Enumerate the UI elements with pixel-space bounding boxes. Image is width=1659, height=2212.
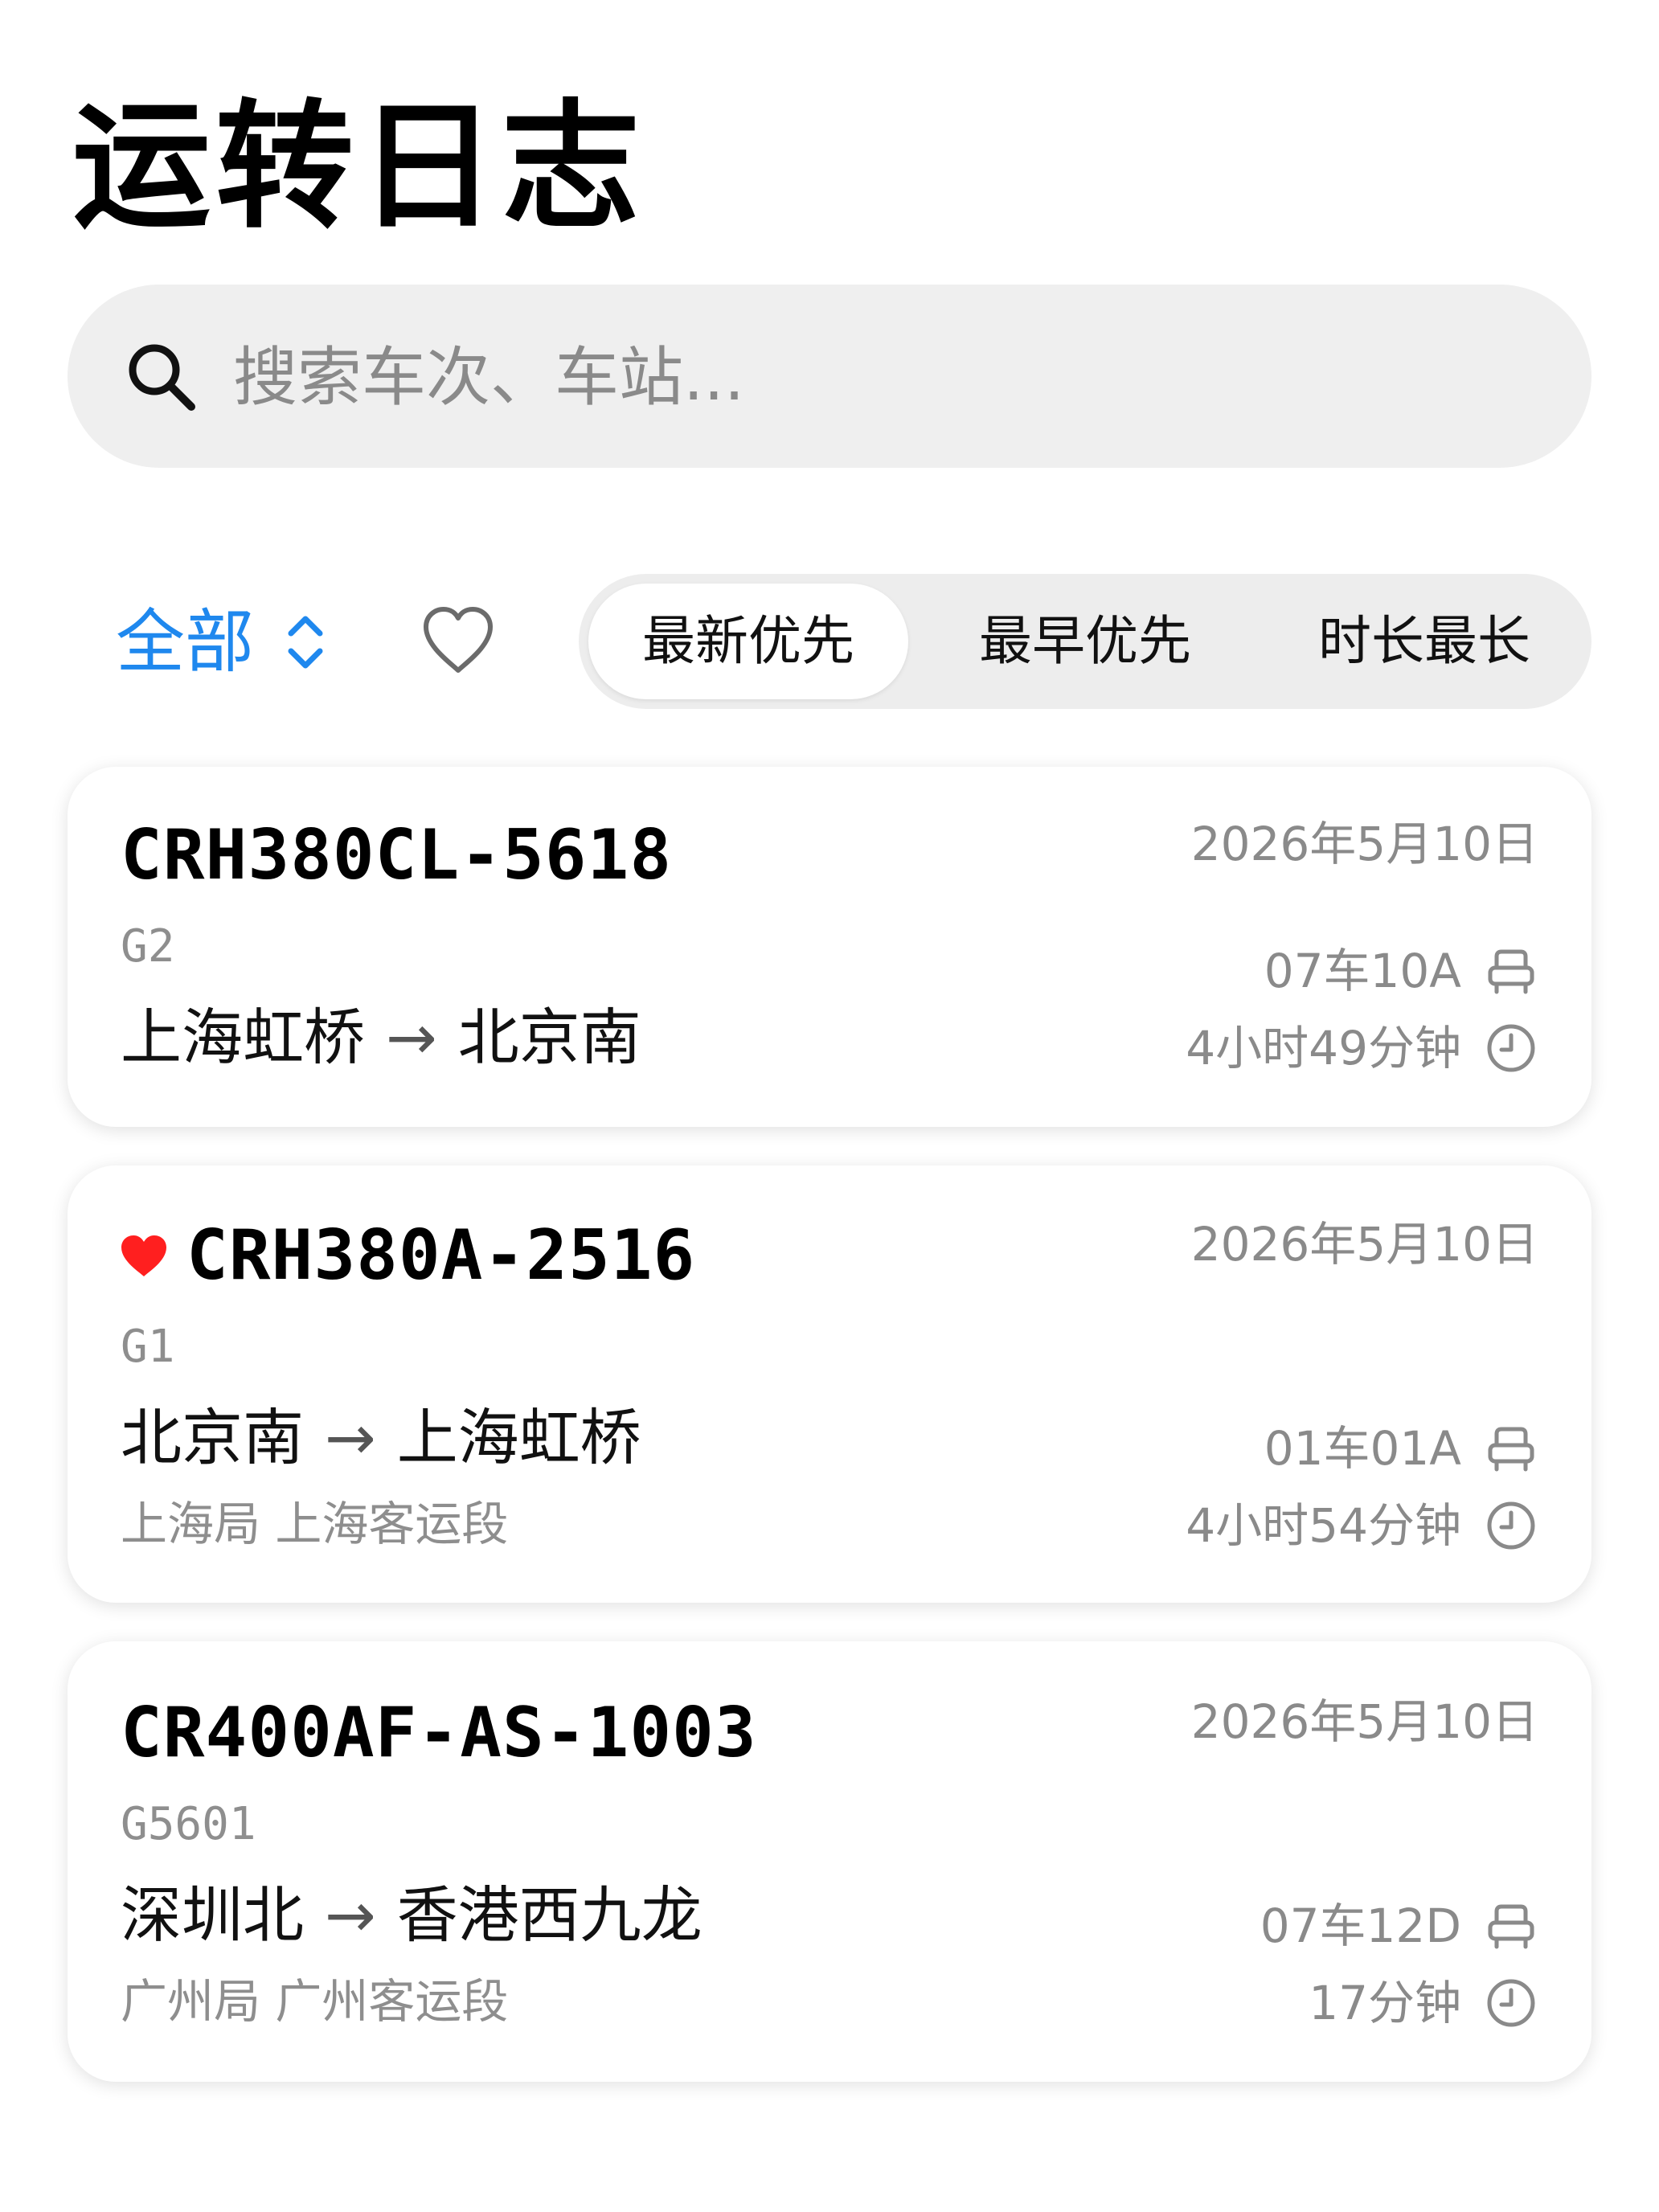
favorites-heart-icon[interactable] [420, 604, 497, 677]
clock-icon [1487, 1979, 1535, 2027]
duration-label: 4小时54分钟 [1186, 1498, 1461, 1553]
to-station: 香港西九龙 [396, 1879, 703, 1951]
arrow-icon: → [386, 1002, 437, 1073]
record-date: 2026年5月10日 [1190, 1217, 1538, 1272]
train-model: CRH380CL-5618 [121, 815, 673, 895]
chevron-updown-icon[interactable] [281, 608, 330, 677]
record-date: 2026年5月10日 [1190, 817, 1538, 871]
search-icon [129, 344, 195, 411]
route: 北京南 → 上海虹桥 [121, 1394, 641, 1482]
favorite-heart-icon[interactable] [119, 1233, 169, 1280]
train-model: CRH380A-2516 [186, 1215, 696, 1296]
duration-label: 17分钟 [1309, 1976, 1461, 2030]
train-number: G2 [121, 920, 175, 973]
seat-icon [1488, 1904, 1534, 1949]
seat-label: 01车01A [1264, 1421, 1461, 1476]
from-station: 北京南 [121, 1402, 304, 1473]
to-station: 上海虹桥 [396, 1402, 641, 1473]
from-station: 上海虹桥 [121, 1002, 365, 1073]
seat-label: 07车12D [1260, 1899, 1461, 1953]
route: 上海虹桥 → 北京南 [121, 993, 641, 1082]
bureau-label: 广州局 广州客运段 [121, 1974, 509, 2029]
train-number: G5601 [121, 1798, 256, 1850]
sort-tab-oldest[interactable]: 最早优先 [924, 584, 1246, 699]
arrow-icon: → [325, 1402, 376, 1473]
route: 深圳北 → 香港西九龙 [121, 1871, 703, 1960]
clock-icon [1487, 1024, 1535, 1072]
bureau-label: 上海局 上海客运段 [121, 1497, 509, 1551]
arrow-icon: → [325, 1879, 376, 1951]
clock-icon [1487, 1501, 1535, 1550]
record-date: 2026年5月10日 [1190, 1694, 1538, 1749]
train-model: CR400AF-AS-1003 [121, 1693, 757, 1773]
train-number: G1 [121, 1321, 175, 1373]
from-station: 深圳北 [121, 1879, 304, 1951]
sort-tab-newest[interactable]: 最新优先 [588, 584, 908, 699]
seat-icon [1488, 1427, 1534, 1472]
search-input[interactable] [233, 333, 1519, 421]
seat-icon [1488, 949, 1534, 994]
duration-label: 4小时49分钟 [1186, 1021, 1461, 1075]
seat-label: 07车10A [1264, 944, 1461, 998]
sort-tab-longest[interactable]: 时长最长 [1264, 584, 1585, 699]
page-title: 运转日志 [72, 86, 645, 248]
filter-all-dropdown[interactable]: 全部 [116, 598, 254, 686]
to-station: 北京南 [457, 1002, 641, 1073]
